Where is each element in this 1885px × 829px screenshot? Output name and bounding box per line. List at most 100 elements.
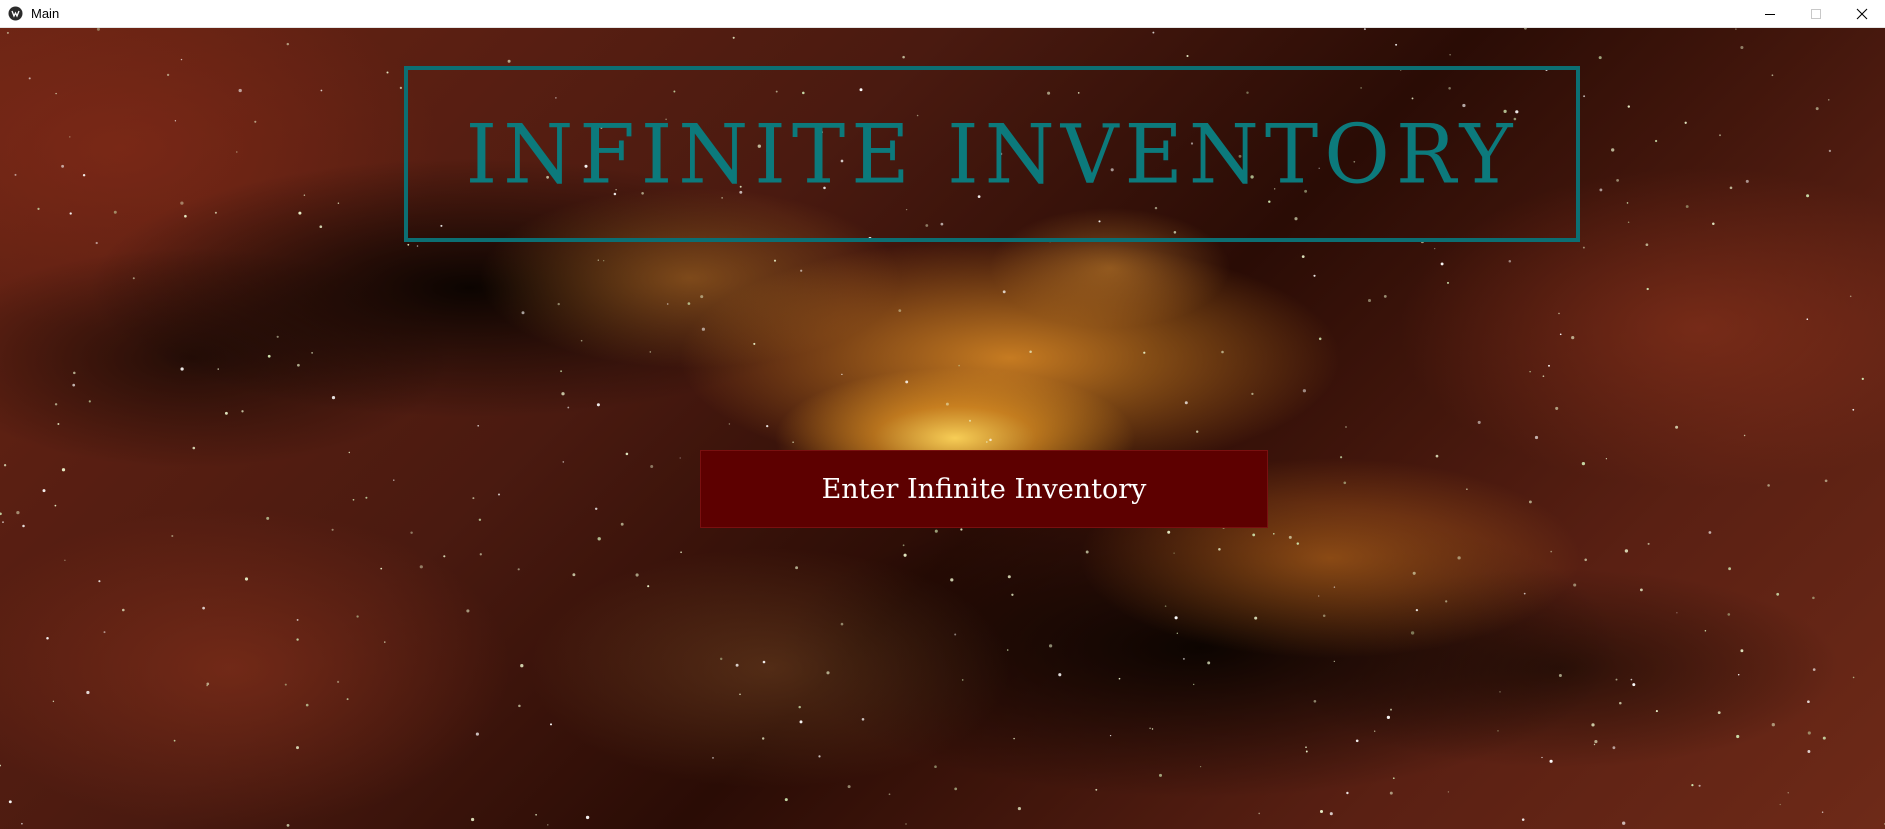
enter-button-label: Enter Infinite Inventory xyxy=(821,473,1147,505)
star xyxy=(1383,295,1387,298)
star xyxy=(1549,759,1553,763)
star xyxy=(356,615,359,618)
star xyxy=(3,464,7,467)
star xyxy=(206,682,210,686)
star xyxy=(1109,734,1112,737)
star xyxy=(346,698,349,701)
star xyxy=(1685,205,1689,208)
page-title: INFINITE INVENTORY xyxy=(465,106,1519,202)
star xyxy=(596,403,600,407)
star xyxy=(64,559,66,561)
star xyxy=(1158,773,1163,777)
star xyxy=(799,720,803,724)
star xyxy=(69,136,71,138)
star xyxy=(305,703,309,707)
star xyxy=(1258,812,1261,815)
star xyxy=(1329,812,1333,816)
star xyxy=(826,671,830,675)
star xyxy=(399,86,403,90)
enter-button[interactable]: Enter Infinite Inventory xyxy=(700,450,1268,528)
star xyxy=(1528,500,1532,504)
star xyxy=(217,368,219,370)
star xyxy=(968,419,972,422)
star xyxy=(1196,430,1199,433)
star xyxy=(1445,600,1448,603)
star xyxy=(244,577,249,581)
star xyxy=(597,259,599,261)
star xyxy=(666,303,669,305)
star xyxy=(1727,613,1731,616)
star xyxy=(1622,821,1626,825)
star xyxy=(934,765,937,768)
window-title: Main xyxy=(31,6,60,21)
star xyxy=(739,693,741,696)
star xyxy=(792,441,794,444)
app-logo-icon xyxy=(8,6,23,21)
star xyxy=(1645,243,1649,247)
star xyxy=(1828,149,1832,153)
star xyxy=(1152,31,1155,34)
star xyxy=(1118,677,1121,680)
star xyxy=(861,718,865,721)
star xyxy=(1322,614,1326,617)
star xyxy=(384,641,386,643)
star xyxy=(1151,728,1154,730)
star xyxy=(594,507,598,511)
star xyxy=(1729,186,1733,190)
star xyxy=(603,260,605,262)
star xyxy=(1849,295,1852,298)
star xyxy=(1676,612,1678,614)
star xyxy=(166,73,170,77)
star xyxy=(98,580,101,583)
star xyxy=(28,77,31,80)
close-icon xyxy=(1856,5,1868,24)
star xyxy=(1221,350,1224,354)
window-controls xyxy=(1747,0,1885,28)
star xyxy=(72,383,76,387)
star xyxy=(1828,99,1830,101)
star xyxy=(121,608,125,612)
star xyxy=(905,380,909,384)
star xyxy=(1007,575,1011,579)
minimize-button[interactable] xyxy=(1747,0,1793,28)
star xyxy=(597,537,601,541)
star xyxy=(1184,401,1188,405)
star xyxy=(1627,105,1630,108)
star xyxy=(687,302,691,305)
star xyxy=(479,553,482,556)
star xyxy=(847,785,851,789)
star xyxy=(416,245,419,247)
star xyxy=(961,679,964,681)
star xyxy=(1704,629,1707,632)
star xyxy=(1542,375,1545,378)
star xyxy=(635,573,639,577)
star xyxy=(1584,558,1587,562)
star xyxy=(625,452,629,456)
star xyxy=(319,225,323,229)
star xyxy=(1779,803,1781,806)
star xyxy=(1654,139,1658,143)
star xyxy=(1815,107,1819,111)
star xyxy=(1302,389,1307,393)
close-button[interactable] xyxy=(1839,0,1885,28)
star xyxy=(180,58,183,61)
star xyxy=(1392,777,1395,780)
star xyxy=(1807,750,1811,753)
star xyxy=(52,700,55,703)
star xyxy=(184,214,187,218)
maximize-button[interactable] xyxy=(1793,0,1839,28)
star xyxy=(236,151,238,153)
star xyxy=(1029,350,1032,354)
star xyxy=(1318,337,1322,341)
star xyxy=(898,309,902,312)
star xyxy=(1737,673,1740,676)
star xyxy=(1605,458,1607,460)
star xyxy=(95,241,98,245)
star xyxy=(1558,312,1560,315)
star xyxy=(1449,54,1451,56)
star xyxy=(902,55,905,59)
star xyxy=(0,512,2,516)
star xyxy=(410,531,413,534)
window-title-bar[interactable]: Main xyxy=(0,0,1885,28)
star xyxy=(61,164,65,168)
